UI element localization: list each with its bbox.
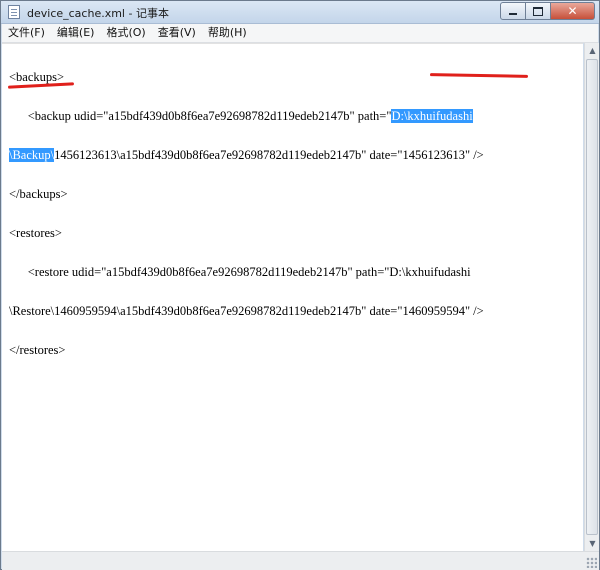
scroll-down-button[interactable]: ▼ (586, 536, 599, 551)
text-line: </backups> (9, 187, 68, 201)
document-text[interactable]: <backups> <backup udid="a15bdf439d0b8f6e… (9, 45, 484, 383)
menu-file[interactable]: 文件(F) (2, 24, 51, 42)
selected-text: D:\kxhuifudashi (391, 109, 473, 123)
window-controls: ✕ (500, 2, 595, 20)
selected-text: \Backup\ (9, 148, 55, 162)
title-bar[interactable]: device_cache.xml - 记事本 ✕ (1, 1, 599, 24)
close-icon: ✕ (567, 4, 578, 18)
arrow-down-icon: ▼ (589, 539, 596, 548)
text-line: \Restore\1460959594\a15bdf439d0b8f6ea7e9… (9, 304, 484, 318)
scrollbar-thumb[interactable] (586, 59, 598, 535)
text-line: <backups> (9, 70, 65, 84)
maximize-button[interactable] (526, 2, 551, 20)
text-line: <restores> (9, 226, 62, 240)
menu-bar: 文件(F) 编辑(E) 格式(O) 查看(V) 帮助(H) (2, 24, 598, 43)
menu-format[interactable]: 格式(O) (100, 24, 151, 42)
menu-help[interactable]: 帮助(H) (202, 24, 253, 42)
arrow-up-icon: ▲ (589, 46, 596, 55)
text-line: <restore udid="a15bdf439d0b8f6ea7e926987… (9, 265, 471, 279)
notepad-icon[interactable] (8, 5, 20, 19)
text-segment: <backup udid="a15bdf439d0b8f6ea7e9269878… (9, 109, 392, 123)
maximize-icon (533, 6, 543, 16)
bottom-strip (2, 551, 599, 570)
minimize-icon (509, 13, 517, 15)
menu-edit[interactable]: 编辑(E) (51, 24, 101, 42)
window-title: device_cache.xml - 记事本 (27, 7, 169, 20)
scroll-up-button[interactable]: ▲ (586, 43, 599, 58)
text-line: <backup udid="a15bdf439d0b8f6ea7e9269878… (9, 109, 484, 123)
text-segment: 1456123613\a15bdf439d0b8f6ea7e92698782d1… (54, 148, 484, 162)
resize-grip-icon[interactable] (586, 557, 597, 568)
close-button[interactable]: ✕ (551, 2, 595, 20)
text-editor[interactable]: <backups> <backup udid="a15bdf439d0b8f6e… (2, 43, 583, 552)
text-line: </restores> (9, 343, 66, 357)
vertical-scrollbar[interactable]: ▲ ▼ (584, 43, 599, 551)
notepad-window: device_cache.xml - 记事本 ✕ 文件(F) 编辑(E) 格式(… (0, 0, 600, 570)
minimize-button[interactable] (500, 2, 526, 20)
text-line: \Backup\1456123613\a15bdf439d0b8f6ea7e92… (9, 148, 484, 162)
menu-view[interactable]: 查看(V) (152, 24, 202, 42)
